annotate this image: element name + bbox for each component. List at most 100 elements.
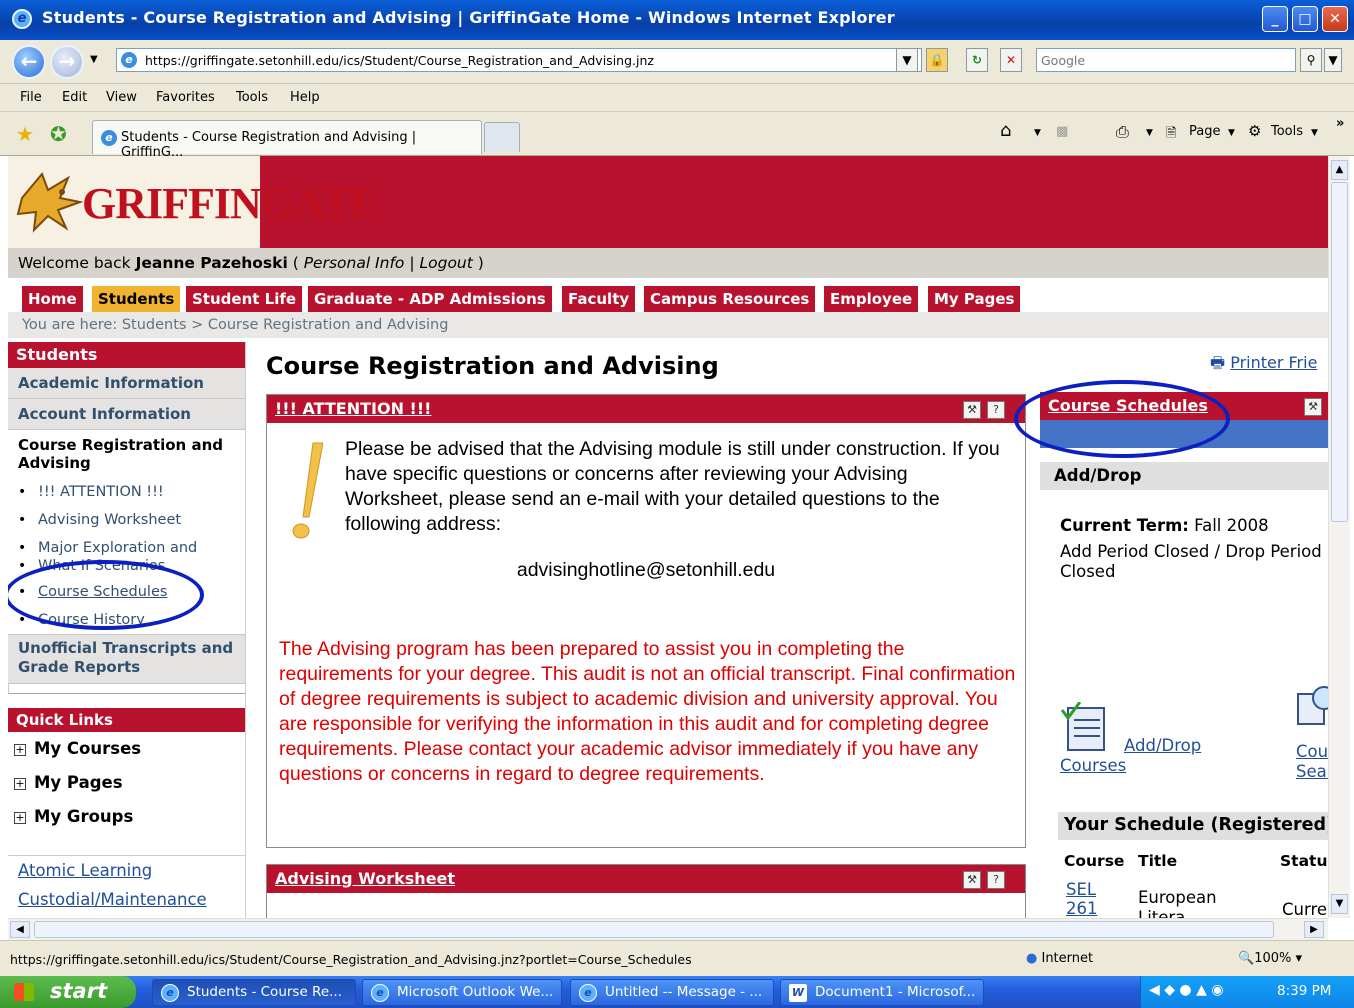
sidebar-heading[interactable]: Students	[8, 342, 246, 368]
stop-icon[interactable]: ✕	[1000, 48, 1022, 72]
nav-tab-faculty[interactable]: Faculty	[562, 286, 636, 312]
griffingate-logo[interactable]: GRIFFINGATE	[8, 156, 379, 248]
course-search-icon[interactable]	[1296, 684, 1328, 728]
sidebar-item-account-information[interactable]: Account Information	[8, 399, 246, 430]
zoom-level[interactable]: 🔍100% ▾	[1238, 951, 1302, 966]
advising-worksheet-title[interactable]: Advising Worksheet	[275, 869, 455, 888]
printer-friendly-link[interactable]: 🖶 Printer Frie	[1210, 352, 1317, 379]
scroll-left-icon[interactable]: ◀	[10, 921, 30, 938]
sidebar-item-transcripts[interactable]: Unofficial Transcripts and Grade Reports	[8, 634, 246, 684]
gear-icon[interactable]: ⚙	[1248, 122, 1261, 140]
portlet-help-icon[interactable]: ?	[987, 401, 1005, 419]
taskbar-item-outlook[interactable]: e Microsoft Outlook We...	[362, 979, 562, 1006]
chevron-more-icon[interactable]: »	[1336, 116, 1344, 131]
add-drop-courses-link[interactable]: Courses	[1060, 756, 1126, 776]
home-icon[interactable]: ⌂	[1000, 120, 1011, 141]
nav-tab-graduate-adp[interactable]: Graduate - ADP Admissions	[308, 286, 552, 312]
search-input[interactable]: Google	[1036, 48, 1296, 72]
ie-icon: e	[579, 984, 597, 1002]
quick-link-my-pages[interactable]: + My Pages	[8, 766, 246, 800]
add-drop-courses-icon[interactable]	[1060, 702, 1110, 754]
refresh-icon[interactable]: ↻	[966, 48, 988, 72]
portlet-settings-icon[interactable]: ⚒	[963, 871, 981, 889]
forward-arrow-icon[interactable]: →	[50, 45, 84, 79]
personal-info-link[interactable]: Personal Info	[304, 254, 405, 272]
close-button[interactable]: ✕	[1322, 6, 1348, 32]
tools-dropdown-icon[interactable]: ▼	[1311, 128, 1318, 138]
subitem-advising-worksheet[interactable]: Advising Worksheet	[8, 506, 246, 534]
logout-link[interactable]: Logout	[419, 254, 472, 272]
menu-favorites[interactable]: Favorites	[156, 90, 215, 105]
menu-help[interactable]: Help	[290, 90, 320, 105]
scroll-down-icon[interactable]: ▼	[1331, 894, 1348, 914]
start-button[interactable]: start	[0, 976, 136, 1008]
portlet-settings-icon[interactable]: ⚒	[1304, 398, 1322, 416]
sidebar-item-course-registration[interactable]: Course Registration and Advising	[8, 430, 246, 478]
security-zone-label: Internet	[1041, 951, 1094, 966]
nav-tab-my-pages[interactable]: My Pages	[928, 286, 1021, 312]
tray-icons[interactable]: ◀ ◆ ● ▲ ◉	[1149, 982, 1224, 998]
page-menu-icon[interactable]: 🗎	[1166, 124, 1176, 146]
vertical-scrollbar[interactable]: ▲ ▼	[1328, 156, 1350, 918]
attention-header: !!! ATTENTION !!! ⚒ ?	[267, 395, 1025, 423]
expand-icon[interactable]: +	[14, 743, 26, 756]
page-title: Course Registration and Advising	[266, 352, 719, 380]
security-zone: ● Internet	[1026, 951, 1093, 966]
portlet-help-icon[interactable]: ?	[987, 871, 1005, 889]
window-titlebar[interactable]: e Students - Course Registration and Adv…	[0, 0, 1354, 40]
menu-edit[interactable]: Edit	[62, 90, 87, 105]
nav-tab-students[interactable]: Students	[92, 286, 181, 312]
add-drop-link[interactable]: Add/Drop	[1124, 736, 1201, 756]
subitem-attention[interactable]: !!! ATTENTION !!!	[8, 478, 246, 506]
link-custodial-maintenance[interactable]: Custodial/Maintenance	[8, 885, 246, 914]
tab-current[interactable]: e Students - Course Registration and Adv…	[92, 120, 482, 160]
link-atomic-learning[interactable]: Atomic Learning	[8, 856, 246, 885]
nav-tab-student-life[interactable]: Student Life	[186, 286, 303, 312]
address-dropdown-icon[interactable]: ▼	[896, 48, 918, 72]
taskbar-item-document[interactable]: W Document1 - Microsof...	[780, 979, 984, 1006]
course-search-link-2[interactable]: Sear	[1296, 762, 1328, 782]
feeds-icon[interactable]: ▩	[1056, 124, 1068, 139]
menu-file[interactable]: File	[20, 90, 42, 105]
search-options-icon[interactable]: ▼	[1324, 48, 1342, 72]
print-icon[interactable]: ⎙	[1116, 122, 1129, 142]
maximize-button[interactable]: □	[1292, 6, 1318, 32]
course-code-link[interactable]: SEL 261	[1066, 880, 1106, 918]
print-dropdown-icon[interactable]: ▼	[1146, 128, 1153, 138]
page-dropdown-icon[interactable]: ▼	[1228, 128, 1235, 138]
portlet-settings-icon[interactable]: ⚒	[963, 401, 981, 419]
tools-menu-button[interactable]: Tools	[1271, 124, 1303, 139]
scroll-right-icon[interactable]: ▶	[1304, 921, 1324, 938]
lock-icon[interactable]: 🔒	[926, 48, 948, 72]
expand-icon[interactable]: +	[14, 811, 26, 824]
back-arrow-icon[interactable]: ←	[12, 45, 46, 79]
advising-worksheet-portlet: Advising Worksheet ⚒ ?	[266, 864, 1026, 918]
add-favorite-icon[interactable]: ✪	[50, 122, 67, 146]
course-search-link[interactable]: Cour	[1296, 742, 1328, 762]
nav-tab-campus-resources[interactable]: Campus Resources	[644, 286, 816, 312]
favorites-star-icon[interactable]: ★	[16, 122, 34, 146]
horizontal-scrollbar[interactable]: ◀ ▶	[8, 918, 1328, 940]
search-icon[interactable]: ⚲	[1300, 48, 1322, 72]
taskbar-item-message[interactable]: e Untitled -- Message - ...	[570, 979, 774, 1006]
minimize-button[interactable]: _	[1262, 6, 1288, 32]
history-dropdown-icon[interactable]: ▼	[90, 54, 98, 65]
new-tab-button[interactable]	[484, 122, 520, 152]
home-dropdown-icon[interactable]: ▼	[1034, 128, 1041, 138]
menu-view[interactable]: View	[106, 90, 137, 105]
menu-tools[interactable]: Tools	[236, 90, 268, 105]
subitem-major-exploration[interactable]: Major Exploration and	[8, 539, 246, 557]
quick-link-my-groups[interactable]: + My Groups	[8, 800, 246, 834]
page-menu-button[interactable]: Page	[1189, 124, 1220, 139]
quick-link-my-courses[interactable]: + My Courses	[8, 732, 246, 766]
nav-tab-home[interactable]: Home	[22, 286, 83, 312]
address-field[interactable]: e https://griffingate.setonhill.edu/ics/…	[116, 48, 922, 72]
nav-tab-employee[interactable]: Employee	[824, 286, 919, 312]
attention-title[interactable]: !!! ATTENTION !!!	[275, 399, 431, 418]
taskbar-item-students[interactable]: e Students - Course Re...	[152, 979, 356, 1006]
sidebar-item-academic-information[interactable]: Academic Information	[8, 368, 246, 399]
horizontal-scroll-thumb[interactable]	[34, 921, 1274, 938]
vertical-scroll-thumb[interactable]	[1331, 182, 1348, 522]
scroll-up-icon[interactable]: ▲	[1331, 160, 1348, 180]
expand-icon[interactable]: +	[14, 777, 26, 790]
